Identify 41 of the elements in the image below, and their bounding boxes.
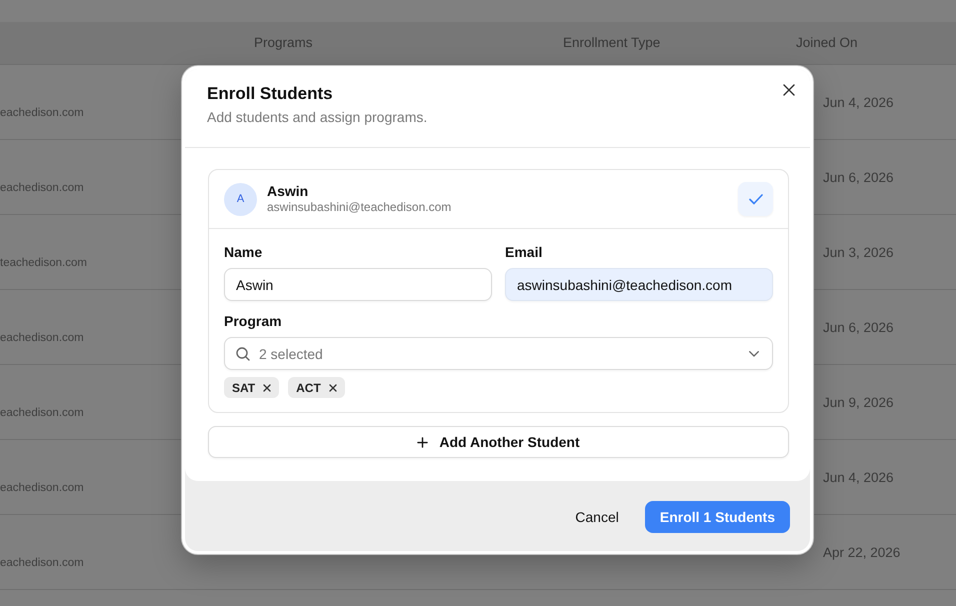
column-header: Joined On bbox=[796, 35, 858, 50]
check-icon bbox=[748, 194, 762, 204]
input-field[interactable]: Aswin bbox=[224, 268, 492, 301]
plus-icon bbox=[417, 436, 428, 448]
cancel-button[interactable]: Cancel bbox=[563, 501, 631, 533]
joined-date: Jun 6, 2026 bbox=[823, 170, 894, 184]
close-icon[interactable] bbox=[783, 84, 795, 96]
student-email: eachedison.com bbox=[0, 332, 84, 344]
joined-date: Jun 9, 2026 bbox=[823, 394, 894, 410]
column-header: Programs bbox=[254, 35, 313, 50]
remove-icon[interactable] bbox=[263, 384, 272, 392]
student-email: eachedison.com bbox=[0, 557, 84, 569]
student-email: eachedison.com bbox=[0, 407, 84, 419]
remove-icon[interactable] bbox=[328, 384, 337, 392]
program-select[interactable]: 2 selected bbox=[224, 337, 773, 370]
dialog-title: Enroll Students bbox=[207, 83, 333, 105]
field-label: Name bbox=[224, 243, 262, 261]
joined-date: Jun 6, 2026 bbox=[823, 320, 894, 334]
chevron-down-icon bbox=[749, 351, 759, 357]
enroll-button[interactable]: Enroll 1 Students bbox=[644, 501, 790, 533]
search-icon bbox=[236, 347, 250, 361]
field-label: Email bbox=[505, 243, 542, 261]
joined-date: Jun 3, 2026 bbox=[823, 244, 894, 260]
joined-date: Jun 4, 2026 bbox=[823, 94, 894, 110]
student-email: teachedison.com bbox=[0, 257, 87, 269]
student-name: Aswin bbox=[267, 183, 308, 200]
confirm-button[interactable] bbox=[738, 182, 773, 216]
student-email: aswinsubashini@teachedison.com bbox=[267, 200, 452, 215]
add-student-button[interactable]: Add Another Student bbox=[208, 426, 789, 458]
student-email: eachedison.com bbox=[0, 482, 84, 494]
dialog-subtitle: Add students and assign programs. bbox=[207, 108, 428, 126]
tag-label: SAT bbox=[232, 380, 256, 394]
column-header: Enrollment Type bbox=[563, 35, 660, 50]
avatar: A bbox=[224, 182, 257, 216]
joined-date: Apr 22, 2026 bbox=[823, 544, 900, 560]
field-label: Program bbox=[224, 312, 282, 330]
student-email: eachedison.com bbox=[0, 107, 84, 119]
tag-label: ACT bbox=[296, 380, 321, 394]
joined-date: Jun 4, 2026 bbox=[823, 470, 894, 484]
input-field[interactable]: aswinsubashini@teachedison.com bbox=[505, 268, 773, 301]
student-email: eachedison.com bbox=[0, 182, 84, 194]
